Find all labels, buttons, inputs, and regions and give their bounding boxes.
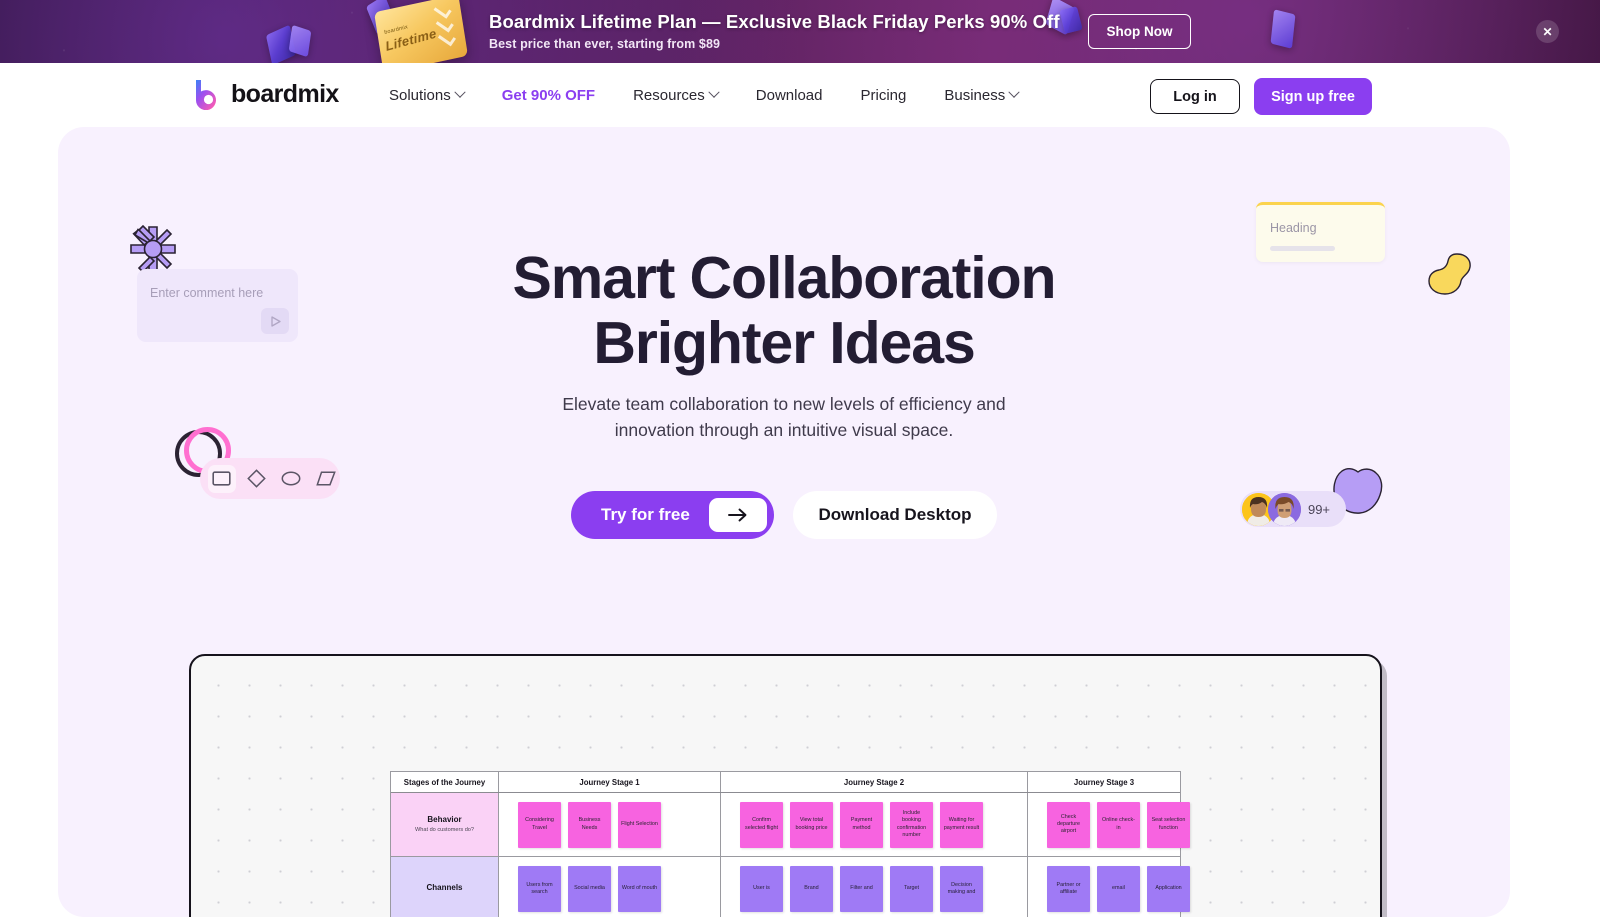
sticky-note[interactable]: Social media: [568, 866, 611, 912]
journey-column-header: Journey Stage 3: [1073, 777, 1135, 787]
chevron-down-icon: [454, 86, 466, 98]
canvas-board-preview[interactable]: Stages of the Journey Journey Stage 1 Jo…: [189, 654, 1382, 917]
diamond-shape-icon[interactable]: [243, 465, 271, 493]
journey-column-header: Journey Stage 1: [499, 772, 721, 792]
sticky-note[interactable]: Include booking confirmation number: [890, 801, 933, 848]
diamond-glyph: [247, 469, 266, 488]
banner-text-block: Boardmix Lifetime Plan — Exclusive Black…: [489, 10, 1060, 51]
nav-item-pricing[interactable]: Pricing: [842, 63, 926, 127]
journey-row-behavior: Behavior What do customers do? Consideri…: [391, 793, 1190, 857]
banner-ribbon-decoration: [1270, 9, 1296, 49]
main-navbar: boardmix Solutions Get 90% OFF Resources…: [0, 63, 1600, 127]
try-for-free-label: Try for free: [601, 505, 690, 524]
rectangle-glyph: [212, 471, 231, 486]
signup-button[interactable]: Sign up free: [1254, 78, 1372, 115]
chevron-down-icon: [1008, 86, 1020, 98]
banner-title: Boardmix Lifetime Plan — Exclusive Black…: [489, 11, 1060, 32]
sticky-note[interactable]: Seat selection function: [1147, 801, 1190, 848]
sticky-note[interactable]: View total booking price: [790, 801, 833, 848]
hero-cta-group: Try for free Download Desktop: [58, 491, 1510, 539]
sticky-note[interactable]: Flight Selection: [618, 801, 661, 848]
nav-item-download[interactable]: Download: [737, 63, 842, 127]
journey-cell: Partner or affiliate email Application: [1028, 857, 1190, 917]
journey-cell: Check departure airport Online check-in …: [1028, 793, 1190, 856]
hero-title-line-2: Brighter Ideas: [593, 310, 975, 376]
journey-cell: Considering Travel Business Needs Flight…: [499, 793, 721, 856]
nav-label: Business: [944, 86, 1006, 104]
nav-label: Pricing: [860, 86, 907, 104]
boardmix-wordmark: boardmix: [231, 80, 339, 108]
sticky-note[interactable]: email: [1097, 866, 1140, 912]
arrow-right-icon[interactable]: [709, 498, 767, 532]
sticky-note[interactable]: Word of mouth: [618, 866, 661, 912]
parallelogram-shape-icon[interactable]: [312, 465, 340, 493]
sticky-note[interactable]: Filter and: [840, 866, 883, 912]
sticky-note[interactable]: Confirm selected flight: [740, 801, 783, 848]
sticky-note[interactable]: Application: [1147, 866, 1190, 912]
nav-item-solutions[interactable]: Solutions: [370, 63, 483, 127]
sticky-note[interactable]: Users from search: [518, 866, 561, 912]
hero-subtitle-line-2: innovation through an intuitive visual s…: [614, 420, 954, 440]
ellipse-shape-icon[interactable]: [278, 465, 306, 493]
shop-now-button[interactable]: Shop Now: [1088, 14, 1191, 49]
journey-map-table: Stages of the Journey Journey Stage 1 Jo…: [390, 771, 1190, 917]
sticky-note[interactable]: Considering Travel: [518, 801, 561, 848]
journey-column-header: Journey Stage 2: [721, 772, 1028, 792]
journey-row-label-title: Behavior: [427, 814, 462, 824]
ellipse-glyph: [281, 471, 301, 486]
sticky-note[interactable]: Target: [890, 866, 933, 912]
chevron-decoration: [437, 29, 457, 47]
hero-subtitle-line-1: Elevate team collaboration to new levels…: [562, 394, 1006, 414]
nav-item-business[interactable]: Business: [925, 63, 1037, 127]
nav-label: Resources: [633, 86, 705, 104]
nav-links: Solutions Get 90% OFF Resources Download…: [370, 63, 1037, 127]
journey-row-label-title: Channels: [426, 883, 463, 892]
hero-title-line-1: Smart Collaboration: [512, 245, 1057, 311]
sticky-note[interactable]: Online check-in: [1097, 801, 1140, 848]
parallelogram-glyph: [316, 471, 336, 486]
close-icon[interactable]: ✕: [1536, 20, 1559, 43]
hero-section: Enter comment here Heading 99+ Smart Col…: [58, 127, 1510, 917]
nav-item-get-90-off[interactable]: Get 90% OFF: [483, 63, 614, 127]
boardmix-logo[interactable]: boardmix: [194, 79, 339, 110]
nav-actions: Log in Sign up free: [1150, 78, 1372, 115]
journey-cell: User is Brand Filter and Target Decision…: [721, 857, 1028, 917]
journey-row-label: Behavior What do customers do?: [391, 793, 499, 856]
arrow-right-glyph: [728, 508, 747, 522]
journey-cell: Confirm selected flight View total booki…: [721, 793, 1028, 856]
journey-row-channels: Channels Users from search Social media …: [391, 857, 1190, 917]
nav-label: Download: [755, 86, 823, 104]
sticky-note[interactable]: Decision making and: [940, 866, 983, 912]
journey-map-header-row: Stages of the Journey Journey Stage 1 Jo…: [391, 772, 1180, 793]
banner-subtitle: Best price than ever, starting from $89: [489, 37, 721, 51]
nav-label: Solutions: [389, 86, 451, 104]
sticky-note[interactable]: Partner or affiliate: [1047, 866, 1090, 912]
sticky-note[interactable]: Business Needs: [568, 801, 611, 848]
sticky-note[interactable]: Waiting for payment result: [940, 801, 983, 848]
banner-ribbon-decoration: [288, 24, 312, 58]
heading-card-title: Heading: [1270, 221, 1317, 235]
journey-column-header: Stages of the Journey: [391, 772, 499, 792]
sticky-note[interactable]: Brand: [790, 866, 833, 912]
nav-label: Get 90% OFF: [501, 86, 596, 104]
page-title: Smart Collaboration Brighter Ideas: [58, 246, 1510, 376]
journey-cell: Users from search Social media Word of m…: [499, 857, 721, 917]
boardmix-logo-icon: [195, 80, 216, 110]
download-desktop-button[interactable]: Download Desktop: [793, 491, 997, 539]
chevron-down-icon: [708, 86, 720, 98]
nav-item-resources[interactable]: Resources: [614, 63, 737, 127]
rectangle-shape-icon[interactable]: [208, 464, 236, 493]
journey-row-label: Channels: [391, 857, 499, 917]
sticky-note[interactable]: Payment method: [840, 801, 883, 848]
try-for-free-button[interactable]: Try for free: [571, 491, 774, 539]
hero-subtitle: Elevate team collaboration to new levels…: [58, 391, 1510, 443]
login-button[interactable]: Log in: [1150, 79, 1240, 114]
lifetime-card-graphic: boardmix Lifetime: [374, 0, 468, 63]
promo-banner: boardmix Lifetime Boardmix Lifetime Plan…: [0, 0, 1600, 63]
journey-row-label-sub: What do customers do?: [414, 826, 475, 833]
sticky-note[interactable]: User is: [740, 866, 783, 912]
sticky-note[interactable]: Check departure airport: [1047, 801, 1090, 848]
